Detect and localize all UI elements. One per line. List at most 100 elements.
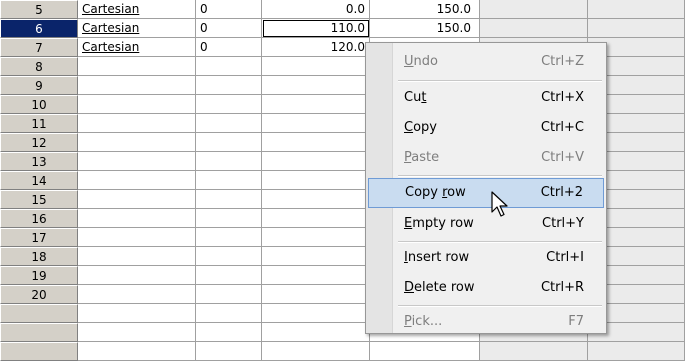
- row-header[interactable]: 20: [0, 285, 78, 304]
- empty-cell[interactable]: [262, 285, 370, 304]
- empty-cell[interactable]: [588, 19, 685, 38]
- empty-cell[interactable]: [262, 342, 370, 361]
- menu-item-copy[interactable]: Copy Ctrl+C: [368, 113, 604, 143]
- empty-cell[interactable]: [262, 152, 370, 171]
- empty-cell[interactable]: [262, 171, 370, 190]
- row-header[interactable]: 16: [0, 209, 78, 228]
- empty-cell[interactable]: [196, 304, 262, 323]
- empty-cell[interactable]: [78, 304, 196, 323]
- row-header[interactable]: 11: [0, 114, 78, 133]
- row-header[interactable]: 8: [0, 57, 78, 76]
- active-cell[interactable]: 110.0: [262, 19, 370, 38]
- menu-item-pick[interactable]: Pick... F7: [368, 307, 604, 337]
- row-header[interactable]: 15: [0, 190, 78, 209]
- menu-item-cut[interactable]: Cut Ctrl+X: [368, 83, 604, 113]
- empty-cell[interactable]: [196, 76, 262, 95]
- empty-cell[interactable]: [196, 342, 262, 361]
- empty-cell[interactable]: [78, 152, 196, 171]
- empty-cell[interactable]: [262, 247, 370, 266]
- empty-cell[interactable]: [262, 209, 370, 228]
- empty-cell[interactable]: [480, 19, 588, 38]
- empty-cell[interactable]: [588, 0, 685, 19]
- row-header[interactable]: 18: [0, 247, 78, 266]
- table-row: [0, 342, 685, 361]
- empty-cell[interactable]: [78, 209, 196, 228]
- empty-cell[interactable]: [196, 190, 262, 209]
- row-header-selected[interactable]: 6: [0, 19, 78, 38]
- row-header[interactable]: [0, 342, 78, 361]
- row-header[interactable]: 12: [0, 133, 78, 152]
- empty-cell[interactable]: [78, 228, 196, 247]
- row-header[interactable]: 13: [0, 152, 78, 171]
- empty-cell[interactable]: [480, 0, 588, 19]
- empty-cell[interactable]: [480, 342, 588, 361]
- empty-cell[interactable]: [78, 171, 196, 190]
- context-menu: Undo Ctrl+Z Cut Ctrl+X Copy Ctrl+C Paste…: [365, 42, 607, 334]
- empty-cell[interactable]: [262, 228, 370, 247]
- menu-item-delete-row[interactable]: Delete row Ctrl+R: [368, 273, 604, 303]
- empty-cell[interactable]: [262, 76, 370, 95]
- menu-item-label: Paste: [404, 150, 440, 165]
- empty-cell[interactable]: [78, 285, 196, 304]
- empty-cell[interactable]: [196, 152, 262, 171]
- row-header[interactable]: 5: [0, 0, 78, 19]
- row-header[interactable]: 10: [0, 95, 78, 114]
- empty-cell[interactable]: [262, 304, 370, 323]
- row-header[interactable]: [0, 304, 78, 323]
- value-cell[interactable]: 0: [196, 19, 262, 38]
- empty-cell[interactable]: [196, 133, 262, 152]
- empty-cell[interactable]: [196, 266, 262, 285]
- empty-cell[interactable]: [262, 114, 370, 133]
- empty-cell[interactable]: [196, 247, 262, 266]
- value-cell[interactable]: 120.0: [262, 38, 370, 57]
- empty-cell[interactable]: [262, 266, 370, 285]
- menu-item-copy-row[interactable]: Copy row Ctrl+2: [368, 178, 604, 208]
- empty-cell[interactable]: [78, 266, 196, 285]
- value-cell[interactable]: 0: [196, 0, 262, 19]
- empty-cell[interactable]: [262, 190, 370, 209]
- empty-cell[interactable]: [196, 323, 262, 342]
- empty-cell[interactable]: [78, 247, 196, 266]
- empty-cell[interactable]: [262, 95, 370, 114]
- type-cell[interactable]: Cartesian: [78, 38, 196, 57]
- empty-cell[interactable]: [196, 95, 262, 114]
- empty-cell[interactable]: [262, 323, 370, 342]
- value-cell[interactable]: 150.0: [370, 19, 480, 38]
- empty-cell[interactable]: [196, 228, 262, 247]
- empty-cell[interactable]: [78, 57, 196, 76]
- value-cell[interactable]: 0: [196, 38, 262, 57]
- menu-item-insert-row[interactable]: Insert row Ctrl+I: [368, 243, 604, 273]
- empty-cell[interactable]: [370, 342, 480, 361]
- empty-cell[interactable]: [78, 114, 196, 133]
- empty-cell[interactable]: [196, 209, 262, 228]
- empty-cell[interactable]: [78, 342, 196, 361]
- menu-item-undo[interactable]: Undo Ctrl+Z: [368, 47, 604, 77]
- value-cell[interactable]: 150.0: [370, 0, 480, 19]
- row-header[interactable]: 17: [0, 228, 78, 247]
- menu-item-empty-row[interactable]: Empty row Ctrl+Y: [368, 209, 604, 239]
- type-cell[interactable]: Cartesian: [78, 19, 196, 38]
- empty-cell[interactable]: [196, 57, 262, 76]
- row-header[interactable]: [0, 323, 78, 342]
- menu-item-paste[interactable]: Paste Ctrl+V: [368, 143, 604, 173]
- empty-cell[interactable]: [262, 133, 370, 152]
- empty-cell[interactable]: [196, 285, 262, 304]
- menu-item-label: Undo: [404, 54, 438, 69]
- row-header[interactable]: 14: [0, 171, 78, 190]
- empty-cell[interactable]: [78, 190, 196, 209]
- empty-cell[interactable]: [78, 95, 196, 114]
- empty-cell[interactable]: [78, 323, 196, 342]
- empty-cell[interactable]: [196, 171, 262, 190]
- empty-cell[interactable]: [78, 76, 196, 95]
- row-header[interactable]: 9: [0, 76, 78, 95]
- menu-item-shortcut: Ctrl+2: [540, 185, 583, 200]
- row-header[interactable]: 19: [0, 266, 78, 285]
- empty-cell[interactable]: [78, 133, 196, 152]
- empty-cell[interactable]: [262, 57, 370, 76]
- empty-cell[interactable]: [196, 114, 262, 133]
- row-header[interactable]: 7: [0, 38, 78, 57]
- type-cell[interactable]: Cartesian: [78, 0, 196, 19]
- value-cell[interactable]: 0.0: [262, 0, 370, 19]
- empty-cell[interactable]: [588, 342, 685, 361]
- menu-item-shortcut: Ctrl+R: [540, 280, 584, 295]
